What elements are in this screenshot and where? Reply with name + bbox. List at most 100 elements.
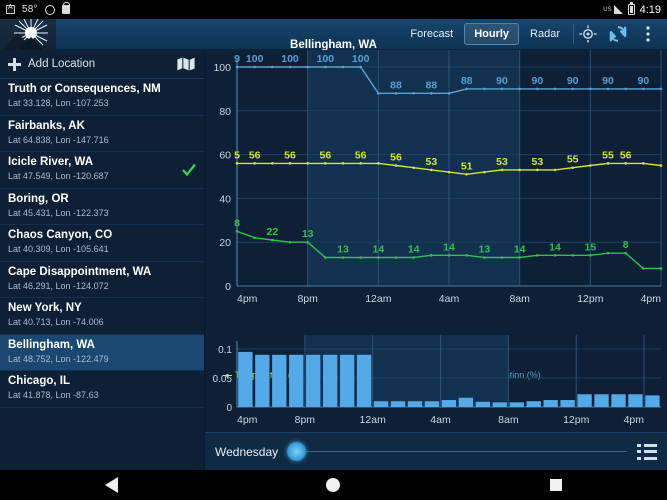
location-name: Boring, OR bbox=[8, 192, 69, 205]
data-label: 56 bbox=[319, 149, 331, 161]
tab-forecast[interactable]: Forecast bbox=[401, 24, 462, 44]
signal-icon bbox=[613, 5, 623, 14]
list-view-icon[interactable] bbox=[637, 443, 657, 460]
list-row bbox=[637, 450, 657, 453]
add-location-button[interactable]: Add Location bbox=[0, 50, 204, 79]
list-row bbox=[637, 443, 657, 447]
checkmark-icon bbox=[182, 163, 196, 177]
data-label: 53 bbox=[496, 156, 508, 168]
home-icon[interactable] bbox=[303, 470, 363, 500]
data-label: 90 bbox=[531, 75, 543, 87]
bar bbox=[255, 354, 270, 407]
bar bbox=[356, 354, 372, 407]
tab-radar[interactable]: Radar bbox=[521, 24, 569, 44]
overflow-menu-icon[interactable] bbox=[634, 20, 662, 48]
x-axis-tick: 4pm bbox=[641, 293, 662, 305]
data-label: 88 bbox=[425, 79, 437, 91]
battery-icon bbox=[627, 2, 635, 15]
location-name: Chaos Canyon, CO bbox=[8, 229, 113, 241]
list-item[interactable]: Chaos Canyon, CO Lat 40.309, Lon -105.64… bbox=[0, 225, 204, 262]
back-icon[interactable] bbox=[81, 470, 141, 500]
list-item[interactable]: Truth or Consequences, NM Lat 33.128, Lo… bbox=[0, 79, 204, 116]
x-axis-tick: 4pm bbox=[237, 414, 258, 426]
list-item[interactable]: New York, NY Lat 40.713, Lon -74.006 bbox=[0, 298, 204, 335]
location-name: Fairbanks, AK bbox=[8, 119, 85, 132]
data-label: 22 bbox=[266, 226, 278, 238]
android-nav-bar bbox=[0, 470, 667, 500]
day-slider[interactable] bbox=[287, 442, 627, 461]
x-axis-tick: 8am bbox=[509, 293, 530, 305]
hourly-line-chart[interactable]: 0 20 40 60 80 100 4pm 8pm 12am 4am 8am 12pm 4pm 100 10… bbox=[205, 50, 667, 335]
recents-icon[interactable] bbox=[526, 470, 586, 500]
data-label: 14 bbox=[372, 244, 384, 256]
refresh-icon[interactable] bbox=[604, 20, 632, 48]
location-coords: Lat 48.752, Lon -122.479 bbox=[8, 353, 109, 364]
add-location-label: Add Location bbox=[28, 58, 96, 70]
data-label: 15 bbox=[584, 241, 596, 253]
data-label: 13 bbox=[302, 228, 314, 240]
data-label: 100 bbox=[281, 53, 299, 65]
bar bbox=[373, 401, 389, 407]
list-item[interactable]: Icicle River, WA Lat 47.549, Lon -120.68… bbox=[0, 152, 204, 189]
x-axis-tick: 12am bbox=[365, 293, 392, 305]
bar bbox=[458, 397, 474, 407]
data-label: 5 bbox=[234, 149, 240, 161]
data-label: 90 bbox=[637, 75, 649, 87]
list-item[interactable]: Chicago, IL Lat 41.878, Lon -87.63 bbox=[0, 371, 204, 408]
tab-hourly[interactable]: Hourly bbox=[464, 23, 520, 45]
chart-panel: 0 20 40 60 80 100 4pm 8pm 12am 4am 8am 12pm 4pm 100 10… bbox=[205, 50, 667, 477]
data-label: 90 bbox=[496, 75, 508, 87]
bar bbox=[339, 354, 355, 407]
location-coords: Lat 41.878, Lon -87.63 bbox=[8, 390, 99, 400]
y-axis-tick: 0 bbox=[226, 403, 232, 414]
location-coords: Lat 47.549, Lon -120.687 bbox=[8, 171, 109, 181]
x-axis-tick: 4am bbox=[439, 293, 460, 305]
y-axis-tick: 20 bbox=[219, 237, 231, 249]
carrier-label: US bbox=[603, 6, 612, 13]
status-bar-right: US 4:19 bbox=[603, 2, 661, 16]
list-row bbox=[637, 456, 657, 460]
action-icons bbox=[574, 20, 667, 48]
x-axis-tick: 8pm bbox=[295, 414, 316, 426]
data-label: 8 bbox=[623, 239, 629, 251]
weather-app-window: 58° US 4:19 bbox=[0, 0, 667, 500]
plus-icon bbox=[8, 57, 21, 71]
a-badge-icon bbox=[6, 4, 15, 14]
data-label: 56 bbox=[284, 149, 296, 161]
bar bbox=[526, 401, 541, 407]
location-crosshair-icon[interactable] bbox=[574, 20, 602, 48]
location-name: Chicago, IL bbox=[8, 375, 70, 387]
data-label: 90 bbox=[602, 75, 614, 87]
app-logo[interactable] bbox=[0, 18, 56, 50]
status-temperature: 58° bbox=[22, 4, 38, 15]
bar bbox=[323, 354, 338, 407]
tab-bar: Forecast Hourly Radar bbox=[401, 23, 573, 45]
data-label: 88 bbox=[461, 75, 473, 87]
location-coords: Lat 40.309, Lon -105.641 bbox=[8, 244, 109, 254]
slider-thumb[interactable] bbox=[287, 442, 307, 461]
bar bbox=[424, 401, 440, 407]
y-axis-tick: 100 bbox=[213, 62, 231, 74]
map-icon[interactable] bbox=[176, 56, 196, 72]
location-coords: Lat 64.838, Lon -147.716 bbox=[8, 134, 109, 145]
bar bbox=[611, 394, 626, 407]
mountain-peak-icon bbox=[18, 36, 44, 50]
list-item[interactable]: Fairbanks, AK Lat 64.838, Lon -147.716 bbox=[0, 116, 204, 152]
x-axis-tick: 12pm bbox=[577, 293, 604, 305]
list-item-selected[interactable]: Bellingham, WA Lat 48.752, Lon -122.479 bbox=[0, 334, 204, 371]
day-label: Wednesday bbox=[215, 444, 279, 459]
data-label: 100 bbox=[246, 53, 264, 65]
android-status-bar: 58° US 4:19 bbox=[0, 0, 667, 19]
data-label: 100 bbox=[352, 53, 370, 65]
data-label: 53 bbox=[425, 156, 437, 168]
x-axis-tick: 8am bbox=[498, 414, 519, 426]
list-item[interactable]: Boring, OR Lat 45.431, Lon -122.373 bbox=[0, 189, 204, 225]
y-axis-tick: 0.05 bbox=[213, 374, 233, 385]
data-label: 100 bbox=[317, 53, 335, 65]
list-item[interactable]: Cape Disappointment, WA Lat 46.291, Lon … bbox=[0, 262, 204, 298]
x-axis-tick: 12pm bbox=[563, 414, 590, 426]
y-axis-tick: 60 bbox=[219, 150, 231, 162]
bar bbox=[441, 400, 457, 407]
bar bbox=[306, 354, 321, 407]
data-label: 90 bbox=[567, 75, 579, 87]
